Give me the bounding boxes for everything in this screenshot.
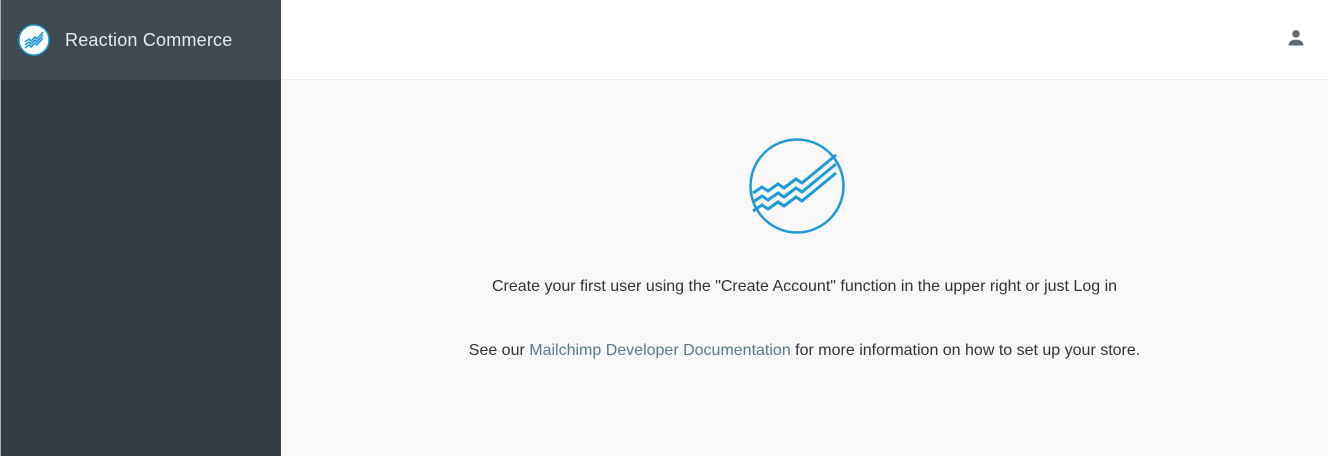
brand-title[interactable]: Reaction Commerce	[65, 30, 232, 51]
top-bar	[281, 0, 1328, 80]
person-icon[interactable]	[1286, 28, 1306, 53]
main-content: Create your first user using the "Create…	[281, 80, 1328, 456]
docs-link[interactable]: Mailchimp Developer Documentation	[529, 342, 790, 359]
docs-prefix: See our	[468, 342, 525, 359]
reaction-logo-icon	[748, 137, 846, 235]
intro-text: Create your first user using the "Create…	[491, 278, 1118, 295]
docs-text: See our Mailchimp Developer Documentatio…	[281, 342, 1328, 360]
account-button[interactable]	[1284, 28, 1308, 52]
sidebar-header[interactable]: Reaction Commerce	[1, 0, 281, 80]
docs-suffix: for more information on how to set up yo…	[795, 342, 1141, 359]
sidebar: Reaction Commerce	[0, 0, 281, 456]
reaction-logo-icon[interactable]	[18, 24, 50, 56]
